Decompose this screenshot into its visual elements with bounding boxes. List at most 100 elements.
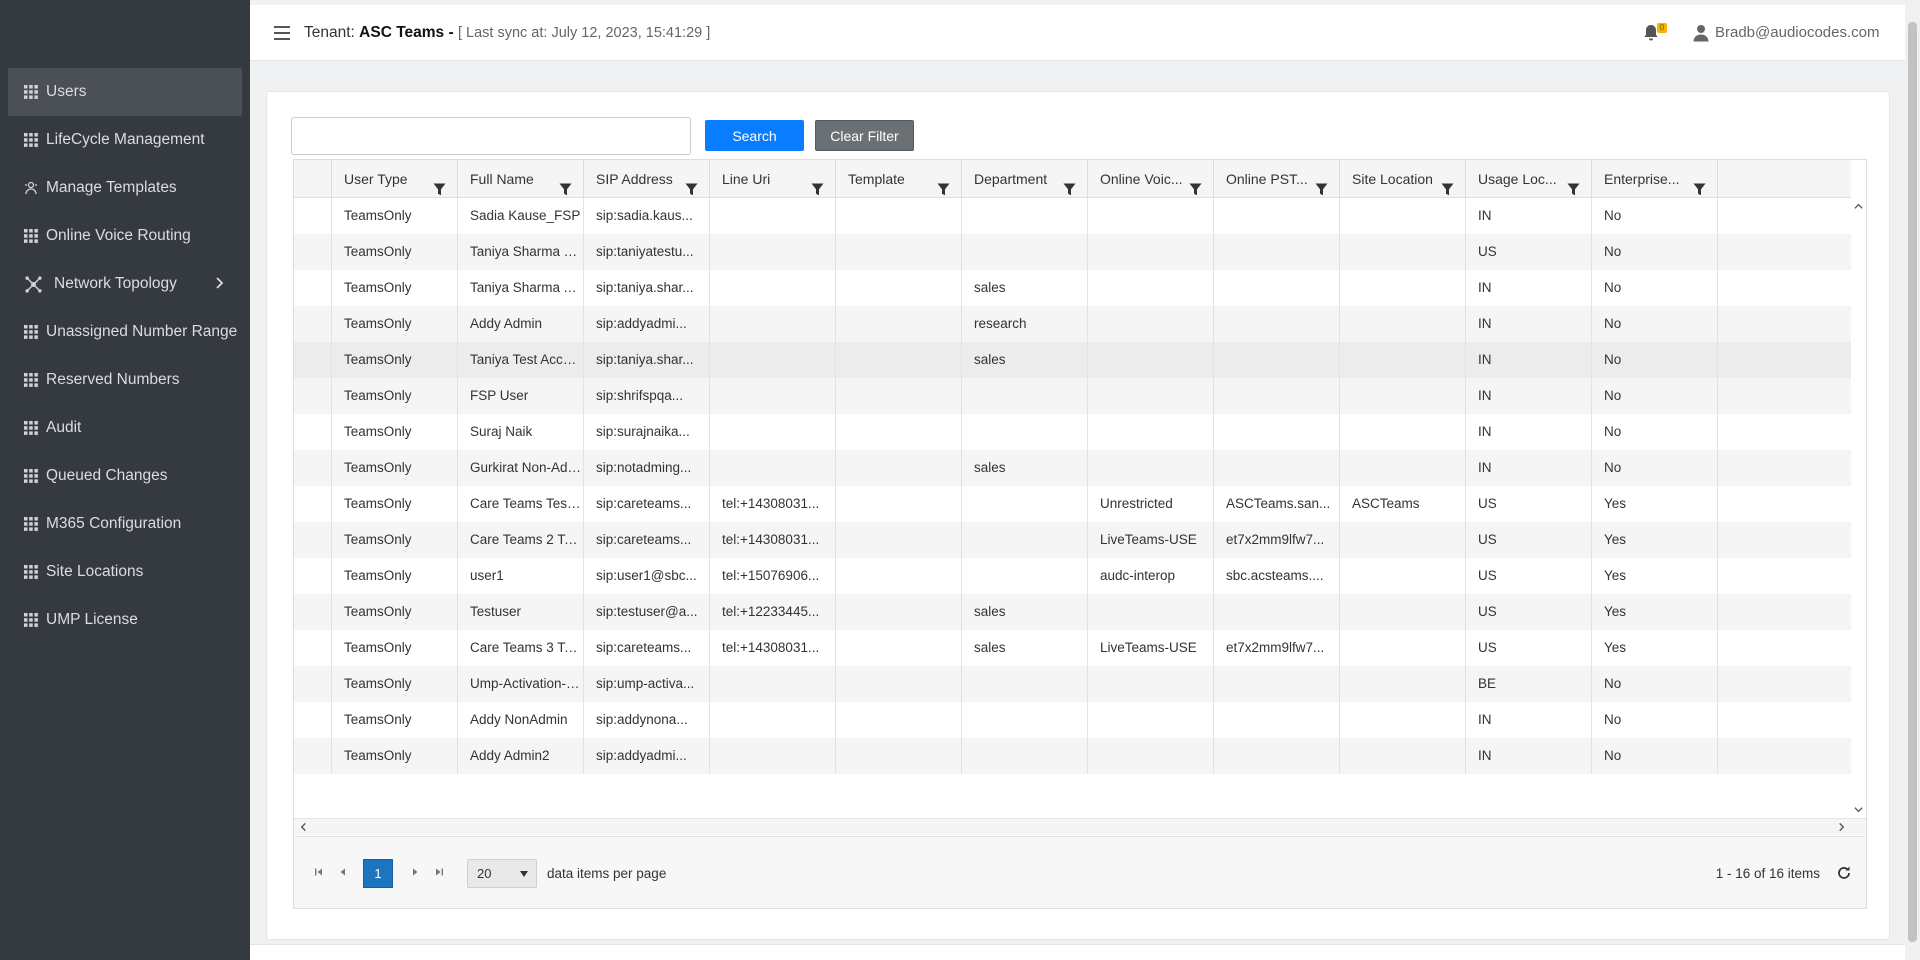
scroll-up-icon[interactable] (1854, 202, 1863, 211)
row-select-cell[interactable] (294, 234, 332, 270)
row-select-cell[interactable] (294, 558, 332, 594)
filter-icon[interactable] (1315, 172, 1328, 196)
sidebar-item-unassigned-number-range[interactable]: Unassigned Number Range (0, 308, 250, 356)
menu-toggle-icon[interactable] (274, 26, 290, 40)
row-select-cell[interactable] (294, 666, 332, 702)
scroll-right-icon[interactable] (1837, 822, 1846, 832)
column-header[interactable]: Full Name (458, 160, 584, 198)
row-select-cell[interactable] (294, 630, 332, 666)
column-header[interactable]: Department (962, 160, 1088, 198)
page-size-select[interactable]: 20 (467, 859, 537, 888)
user-icon[interactable] (1693, 24, 1709, 42)
scroll-left-icon[interactable] (299, 822, 308, 832)
table-row[interactable]: TeamsOnly Addy NonAdmin sip:addynona... IN N… (294, 702, 1851, 738)
page-number-button[interactable]: 1 (363, 859, 393, 888)
grid-vertical-scrollbar[interactable] (1851, 198, 1866, 818)
table-row[interactable]: TeamsOnly FSP User sip:shrifspqa... IN No (294, 378, 1851, 414)
next-page-icon[interactable] (408, 865, 422, 879)
page-vertical-scrollbar[interactable] (1905, 0, 1920, 960)
table-row[interactable]: TeamsOnlyTaniya Sharma Admin Accountsip:… (294, 270, 1851, 306)
column-header[interactable]: Enterprise... (1592, 160, 1718, 198)
column-header[interactable]: User Type (332, 160, 458, 198)
sidebar-item-ump-license[interactable]: UMP License (0, 596, 250, 644)
table-cell (1214, 270, 1340, 306)
sidebar-item-online-voice-routing[interactable]: Online Voice Routing (0, 212, 250, 260)
scrollbar-thumb[interactable] (1908, 22, 1917, 942)
scroll-down-icon[interactable] (1854, 805, 1863, 814)
column-header[interactable]: SIP Address (584, 160, 710, 198)
row-select-cell[interactable] (294, 198, 332, 234)
sidebar-item-audit[interactable]: Audit (0, 404, 250, 452)
table-row[interactable]: TeamsOnlyTaniya Sharma Test Usersip:tani… (294, 234, 1851, 270)
sidebar-item-m365-configuration[interactable]: M365 Configuration (0, 500, 250, 548)
table-cell (1340, 378, 1466, 414)
table-cell: US (1466, 630, 1592, 666)
grid-horizontal-scrollbar[interactable] (294, 818, 1866, 835)
previous-page-icon[interactable] (336, 865, 350, 879)
filter-icon[interactable] (811, 172, 824, 196)
filter-icon[interactable] (433, 172, 446, 196)
sidebar-item-reserved-numbers[interactable]: Reserved Numbers (0, 356, 250, 404)
table-row[interactable]: TeamsOnly Addy Admin2 sip:addyadmi... IN No (294, 738, 1851, 774)
table-row[interactable]: TeamsOnly Ump-Activation-User sip:ump-acti… (294, 666, 1851, 702)
sidebar-item-network-topology[interactable]: Network Topology (0, 260, 250, 308)
row-select-cell[interactable] (294, 414, 332, 450)
row-select-cell[interactable] (294, 342, 332, 378)
user-email[interactable]: Bradb@audiocodes.com (1715, 24, 1880, 41)
table-row[interactable]: TeamsOnlyCare Teams 3 Test Teamssip:care… (294, 630, 1851, 666)
table-cell: No (1592, 378, 1718, 414)
column-header[interactable]: Online Voic... (1088, 160, 1214, 198)
row-select-cell[interactable] (294, 270, 332, 306)
sidebar-item-manage-templates[interactable]: Manage Templates (0, 164, 250, 212)
search-input[interactable] (291, 117, 691, 155)
tenant-info: Tenant: ASC Teams - [ Last sync at: July… (304, 24, 710, 42)
clear-filter-button[interactable]: Clear Filter (815, 120, 914, 151)
column-header[interactable]: Usage Loc... (1466, 160, 1592, 198)
table-cell (1340, 342, 1466, 378)
column-header-select[interactable] (294, 160, 332, 198)
row-select-cell[interactable] (294, 594, 332, 630)
first-page-icon[interactable] (312, 865, 326, 879)
table-cell (1340, 702, 1466, 738)
refresh-icon[interactable] (1836, 865, 1852, 881)
filter-icon[interactable] (1693, 172, 1706, 196)
row-select-cell[interactable] (294, 306, 332, 342)
table-row[interactable]: TeamsOnlyTaniya Test Account Non Adminsi… (294, 342, 1851, 378)
table-row[interactable]: TeamsOnlyCare Teams Test Teamssip:carete… (294, 486, 1851, 522)
table-row[interactable]: TeamsOnly user1 sip:user1@sbc... tel:+15076… (294, 558, 1851, 594)
row-select-cell[interactable] (294, 450, 332, 486)
column-header[interactable]: Online PST... (1214, 160, 1340, 198)
last-page-icon[interactable] (432, 865, 446, 879)
row-select-cell[interactable] (294, 738, 332, 774)
filter-icon[interactable] (685, 172, 698, 196)
sidebar-item-queued-changes[interactable]: Queued Changes (0, 452, 250, 500)
table-cell (962, 558, 1088, 594)
filter-icon[interactable] (1063, 172, 1076, 196)
template-icon (24, 181, 38, 195)
table-row[interactable]: TeamsOnlyCare Teams 2 Test Teamssip:care… (294, 522, 1851, 558)
row-select-cell[interactable] (294, 522, 332, 558)
filter-icon[interactable] (1189, 172, 1202, 196)
table-row[interactable]: TeamsOnly Addy Admin sip:addyadmi... resear… (294, 306, 1851, 342)
filter-icon[interactable] (1567, 172, 1580, 196)
table-row[interactable]: TeamsOnly Sadia Kause_FSP sip:sadia.kaus..… (294, 198, 1851, 234)
table-row[interactable]: TeamsOnly Gurkirat Non-Admin sip:notadming… (294, 450, 1851, 486)
table-cell: IN (1466, 270, 1592, 306)
table-cell (1088, 198, 1214, 234)
filter-icon[interactable] (937, 172, 950, 196)
sidebar-item-lifecycle-management[interactable]: LifeCycle Management (0, 116, 250, 164)
filter-icon[interactable] (1441, 172, 1454, 196)
sidebar-item-site-locations[interactable]: Site Locations (0, 548, 250, 596)
filter-icon[interactable] (559, 172, 572, 196)
sidebar-item-users[interactable]: Users (8, 68, 242, 116)
row-select-cell[interactable] (294, 486, 332, 522)
column-header[interactable]: Site Location (1340, 160, 1466, 198)
row-select-cell[interactable] (294, 378, 332, 414)
table-cell: TeamsOnly (332, 270, 458, 306)
column-header[interactable]: Line Uri (710, 160, 836, 198)
column-header[interactable]: Template (836, 160, 962, 198)
table-row[interactable]: TeamsOnly Testuser sip:testuser@a... tel:+1… (294, 594, 1851, 630)
row-select-cell[interactable] (294, 702, 332, 738)
table-row[interactable]: TeamsOnly Suraj Naik sip:surajnaika... IN No (294, 414, 1851, 450)
search-button[interactable]: Search (705, 120, 804, 151)
